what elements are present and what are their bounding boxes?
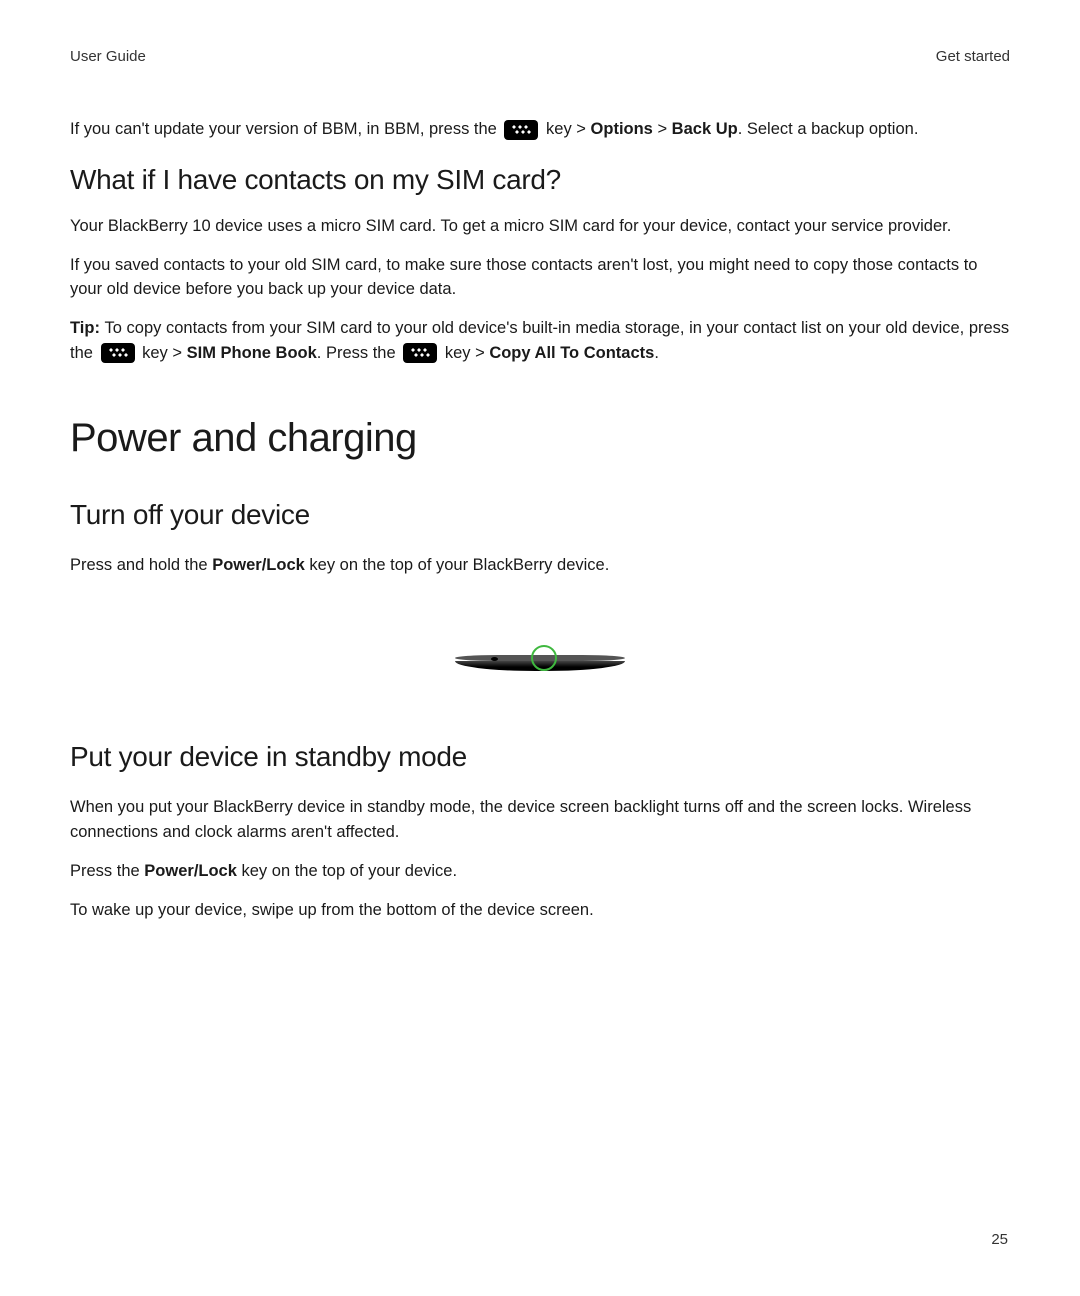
header-right: Get started <box>936 48 1010 65</box>
tip-bold-sim: SIM Phone Book <box>187 344 317 362</box>
tip-text-5: . <box>654 344 659 362</box>
turnoff-bold: Power/Lock <box>212 556 305 574</box>
blackberry-menu-icon <box>101 343 135 363</box>
turnoff-text-1: Press and hold the <box>70 556 212 574</box>
tip-text-4: key > <box>445 344 489 362</box>
page-header: User Guide Get started <box>70 48 1010 65</box>
intro-paragraph: If you can't update your version of BBM,… <box>70 117 1010 142</box>
intro-text-1: If you can't update your version of BBM,… <box>70 120 501 138</box>
device-side-view <box>455 651 625 673</box>
intro-text-4: . Select a backup option. <box>738 120 919 138</box>
standby2-text-2: key on the top of your device. <box>237 862 457 880</box>
standby2-bold: Power/Lock <box>144 862 237 880</box>
sim-para-2: If you saved contacts to your old SIM ca… <box>70 253 1010 303</box>
standby-para-1: When you put your BlackBerry device in s… <box>70 795 1010 845</box>
intro-bold-options: Options <box>591 120 653 138</box>
sim-para-1: Your BlackBerry 10 device uses a micro S… <box>70 214 1010 239</box>
turn-off-paragraph: Press and hold the Power/Lock key on the… <box>70 553 1010 578</box>
standby-para-3: To wake up your device, swipe up from th… <box>70 898 1010 923</box>
blackberry-menu-icon <box>403 343 437 363</box>
tip-text-3: . Press the <box>317 344 400 362</box>
turnoff-text-2: key on the top of your BlackBerry device… <box>305 556 610 574</box>
intro-bold-backup: Back Up <box>672 120 738 138</box>
turn-off-heading: Turn off your device <box>70 499 1010 531</box>
tip-label: Tip: <box>70 319 105 337</box>
standby-para-2: Press the Power/Lock key on the top of y… <box>70 859 1010 884</box>
sim-contacts-heading: What if I have contacts on my SIM card? <box>70 164 1010 196</box>
standby-heading: Put your device in standby mode <box>70 741 1010 773</box>
tip-paragraph: Tip: To copy contacts from your SIM card… <box>70 316 1010 366</box>
device-diagram <box>70 617 1010 707</box>
blackberry-menu-icon <box>504 120 538 140</box>
standby2-text-1: Press the <box>70 862 144 880</box>
power-charging-heading: Power and charging <box>70 416 1010 461</box>
intro-text-3: > <box>653 120 672 138</box>
page-number: 25 <box>991 1231 1008 1248</box>
intro-text-2: key > <box>546 120 590 138</box>
tip-text-2: key > <box>142 344 186 362</box>
header-left: User Guide <box>70 48 146 65</box>
tip-bold-copy: Copy All To Contacts <box>489 344 654 362</box>
